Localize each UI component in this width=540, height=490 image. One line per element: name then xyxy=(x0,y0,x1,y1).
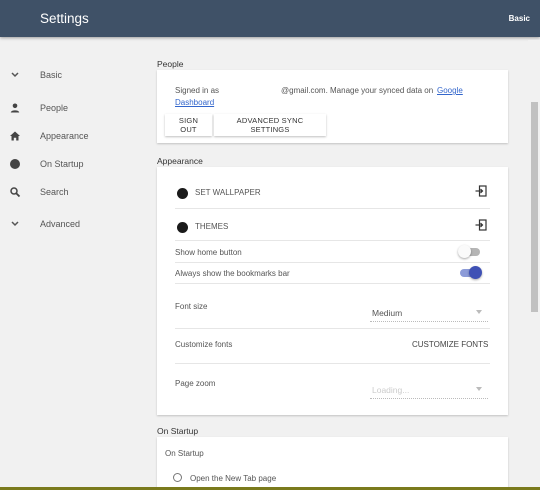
section-indicator: Basic xyxy=(508,14,530,23)
new-tab-option-label[interactable]: Open the New Tab page xyxy=(190,474,276,483)
google-dashboard-link-part1[interactable]: Google xyxy=(437,86,463,95)
people-card: Signed in as @gmail.com. Manage your syn… xyxy=(157,70,508,143)
sidebar-item-label: People xyxy=(40,103,69,113)
sidebar-item-label: On Startup xyxy=(40,159,84,169)
wallpaper-dot-icon xyxy=(177,188,188,199)
signed-in-suffix: @gmail.com. Manage your synced data on xyxy=(281,86,434,95)
sidebar-item-on-startup[interactable]: On Startup xyxy=(0,152,140,176)
on-startup-section-title: On Startup xyxy=(157,426,199,436)
app-header: Settings Basic xyxy=(0,0,540,37)
sidebar-item-label: Search xyxy=(40,187,69,197)
divider xyxy=(175,262,490,263)
sidebar-item-label: Advanced xyxy=(40,219,81,229)
appearance-card: SET WALLPAPER THEMES Show home button Al… xyxy=(157,167,508,415)
chevron-down-icon xyxy=(11,72,19,78)
page-zoom-value: Loading... xyxy=(372,385,410,395)
show-home-button-toggle[interactable] xyxy=(458,245,482,259)
sidebar-item-people[interactable]: People xyxy=(0,96,140,120)
new-tab-radio[interactable] xyxy=(173,473,182,482)
sidebar-item-appearance[interactable]: Appearance xyxy=(0,124,140,148)
open-external-icon[interactable] xyxy=(475,185,487,197)
on-startup-card: On Startup Open the New Tab page xyxy=(157,437,508,490)
dropdown-arrow-icon xyxy=(476,310,482,314)
font-size-select[interactable]: Medium xyxy=(370,302,488,322)
page-zoom-select[interactable]: Loading... xyxy=(370,379,488,399)
divider xyxy=(175,363,490,364)
search-icon xyxy=(10,187,21,198)
customize-fonts-button[interactable]: CUSTOMIZE FONTS xyxy=(412,340,488,349)
bookmarks-bar-toggle[interactable] xyxy=(458,266,482,280)
sidebar-item-label: Basic xyxy=(40,70,63,80)
show-home-button-label: Show home button xyxy=(175,248,242,257)
google-dashboard-link-part2[interactable]: Dashboard xyxy=(175,98,214,107)
person-icon xyxy=(10,103,20,113)
themes-label[interactable]: THEMES xyxy=(195,222,228,231)
themes-dot-icon xyxy=(177,222,188,233)
dropdown-arrow-icon xyxy=(476,387,482,391)
sidebar-item-label: Appearance xyxy=(40,131,89,141)
people-section-title: People xyxy=(157,59,184,69)
bookmarks-bar-label: Always show the bookmarks bar xyxy=(175,269,290,278)
signed-in-prefix: Signed in as xyxy=(175,86,220,95)
divider xyxy=(175,208,490,209)
appearance-section-title: Appearance xyxy=(157,156,203,166)
divider xyxy=(175,283,490,284)
set-wallpaper-label[interactable]: SET WALLPAPER xyxy=(195,188,261,197)
open-external-icon[interactable] xyxy=(475,219,487,231)
divider xyxy=(175,240,490,241)
toggle-knob xyxy=(458,245,471,258)
customize-fonts-label: Customize fonts xyxy=(175,340,233,349)
advanced-sync-settings-button[interactable]: ADVANCED SYNC SETTINGS xyxy=(214,114,326,136)
sidebar-item-advanced[interactable]: Advanced xyxy=(0,212,140,236)
toggle-knob xyxy=(469,266,482,279)
on-startup-heading: On Startup xyxy=(165,449,204,458)
page-title: Settings xyxy=(40,11,89,26)
sidebar-item-basic[interactable]: Basic xyxy=(0,63,140,87)
font-size-value: Medium xyxy=(372,308,403,318)
sign-out-button[interactable]: SIGN OUT xyxy=(165,114,212,136)
home-icon xyxy=(10,131,20,141)
scrollbar-thumb[interactable] xyxy=(531,102,538,312)
circle-icon xyxy=(10,159,20,169)
page-zoom-label: Page zoom xyxy=(175,379,216,388)
chevron-down-icon xyxy=(11,221,19,227)
divider xyxy=(175,328,490,329)
font-size-label: Font size xyxy=(175,302,208,311)
sidebar-item-search[interactable]: Search xyxy=(0,180,140,204)
